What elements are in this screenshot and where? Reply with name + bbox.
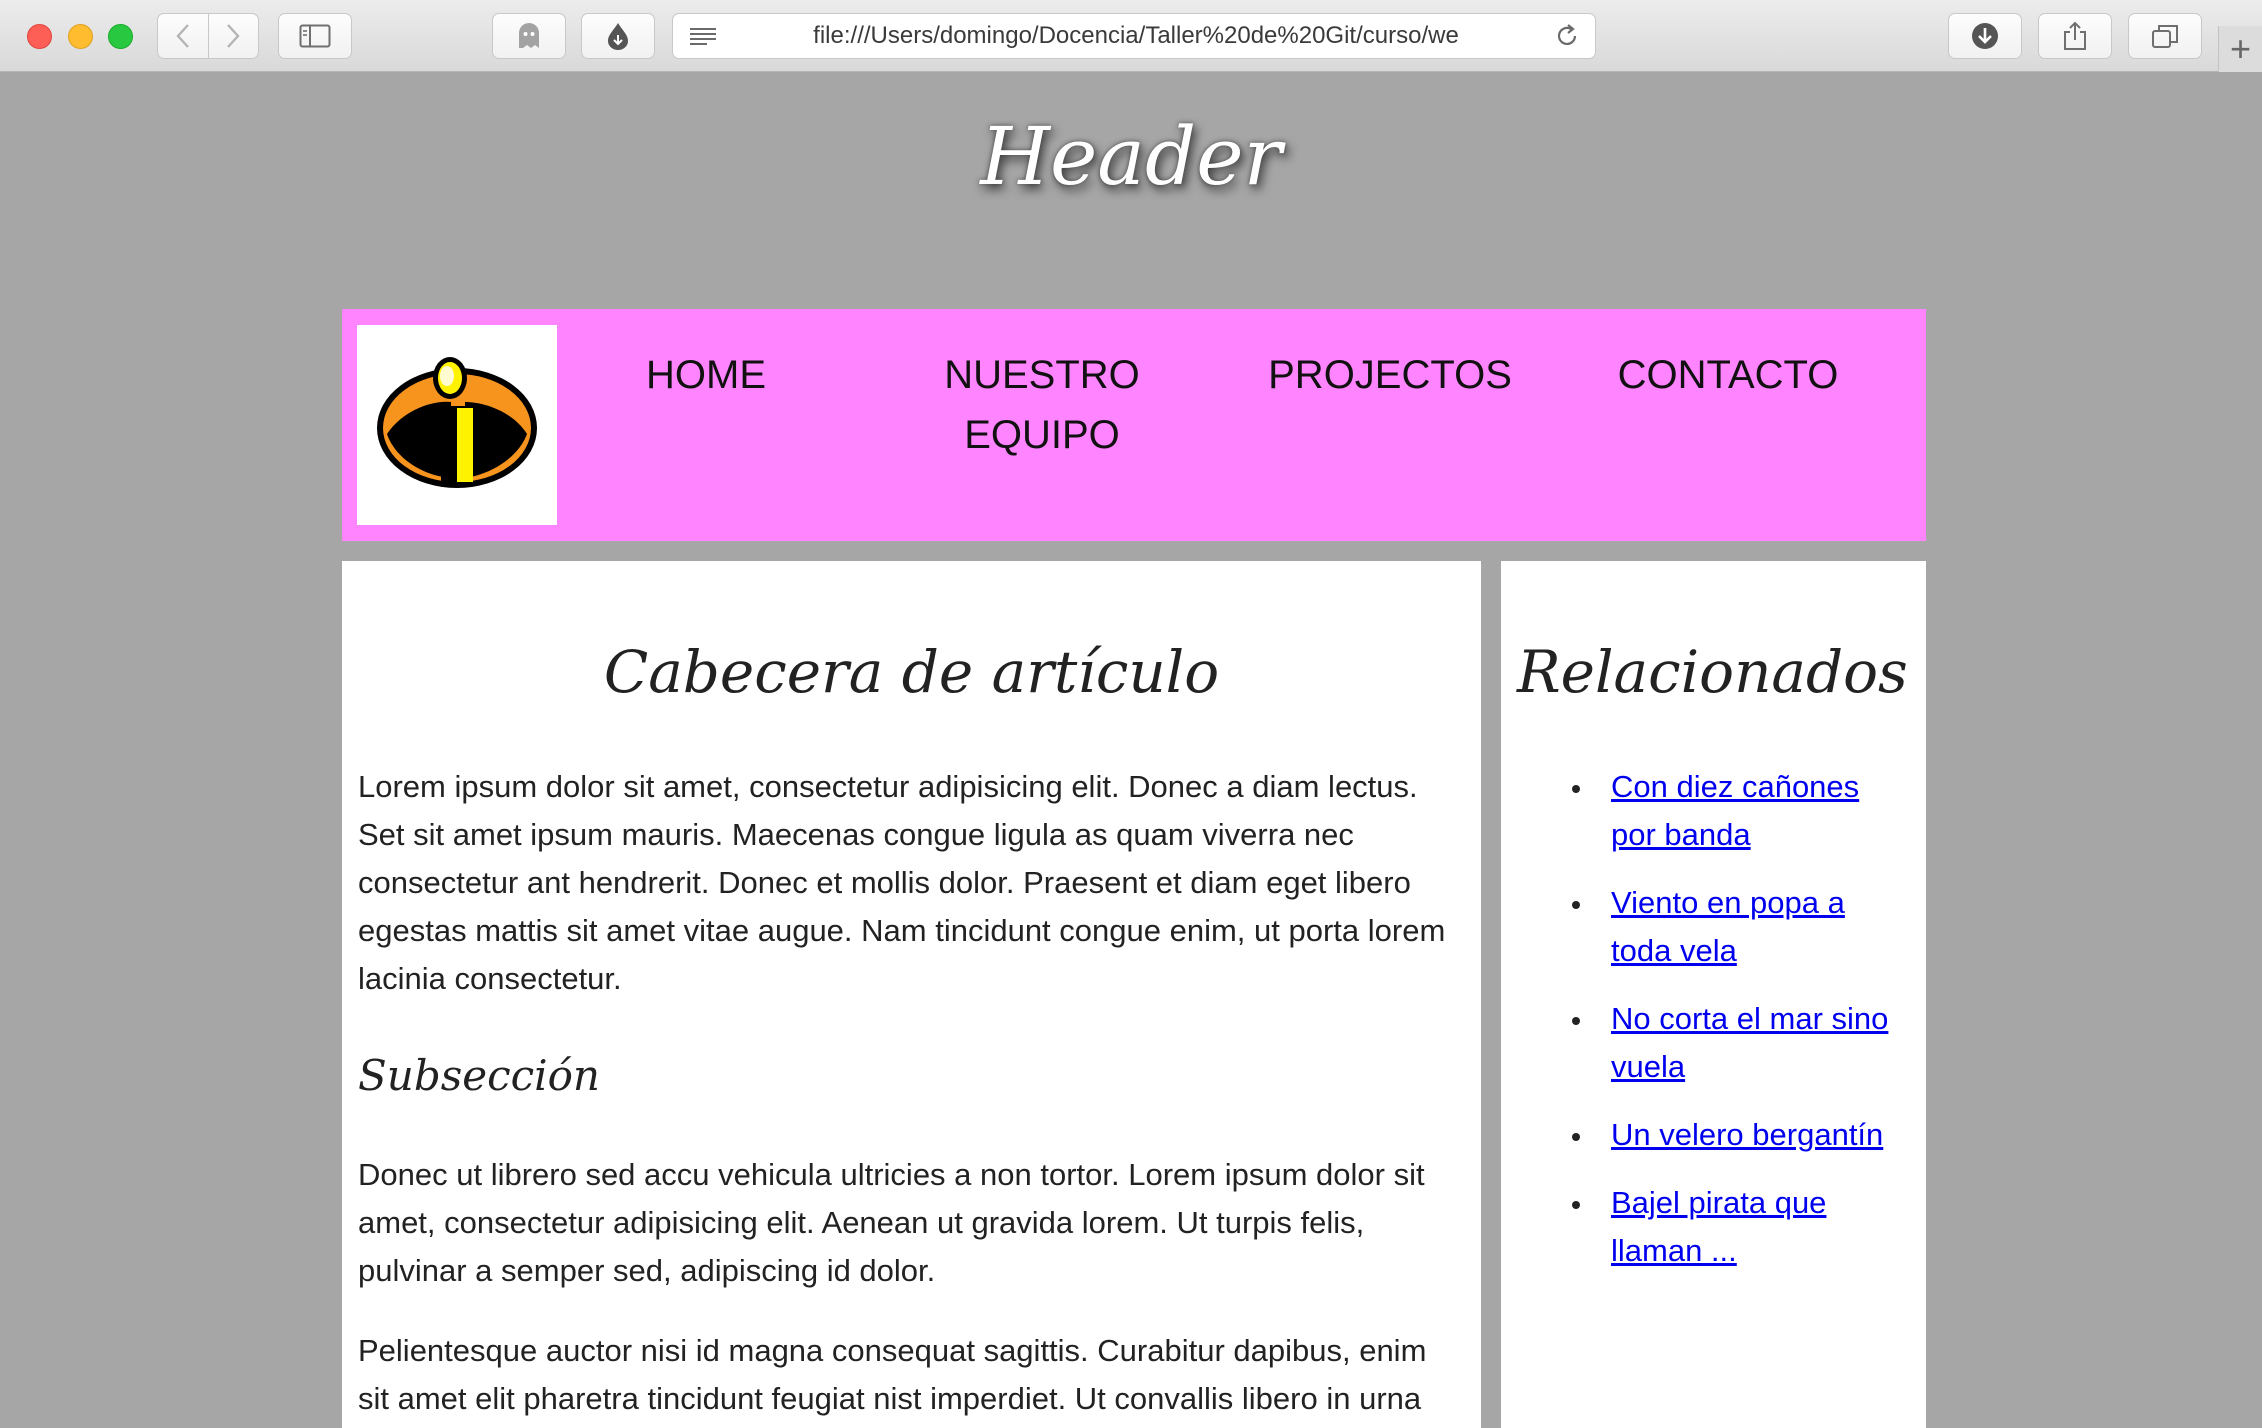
reader-view-button[interactable] [673, 26, 733, 46]
nav-home[interactable]: HOME [591, 345, 821, 405]
reload-icon [1557, 24, 1577, 45]
related-link-1[interactable]: Con diez cañones por banda [1611, 769, 1859, 852]
article: Cabecera de artículo Lorem ipsum dolor s… [342, 561, 1481, 1428]
article-title: Cabecera de artículo [603, 638, 1220, 706]
back-button[interactable] [158, 14, 208, 58]
minimize-window-button[interactable] [68, 24, 93, 49]
download-icon [1972, 23, 1998, 49]
related-link-5[interactable]: Bajel pirata que llaman ... [1611, 1185, 1826, 1268]
related-list: Con diez cañones por banda Viento en pop… [1517, 763, 1910, 1275]
zoom-window-button[interactable] [108, 24, 133, 49]
list-item: Bajel pirata que llaman ... [1595, 1179, 1910, 1275]
incredibles-logo-icon [377, 357, 537, 488]
ghost-icon [519, 23, 539, 48]
article-paragraph-1: Lorem ipsum dolor sit amet, consectetur … [358, 769, 1446, 996]
chevron-left-icon [176, 24, 189, 48]
sidebar-toggle-button[interactable] [278, 13, 352, 59]
ghostery-extension-button[interactable] [492, 13, 566, 59]
downloads-button[interactable] [1948, 13, 2022, 59]
article-paragraph-3: Pelientesque auctor nisi id magna conseq… [358, 1333, 1427, 1416]
extension-drop-button[interactable] [581, 13, 655, 59]
nav-nuestro-equipo[interactable]: NUESTRO EQUIPO [912, 345, 1172, 465]
tabs-icon [2152, 25, 2178, 48]
list-item: Viento en popa a toda vela [1595, 879, 1910, 975]
list-item: Un velero bergantín [1595, 1111, 1910, 1159]
nav-contacto[interactable]: CONTACTO [1598, 345, 1858, 405]
tab-overview-button[interactable] [2128, 13, 2202, 59]
forward-button[interactable] [207, 14, 259, 58]
logo[interactable] [357, 325, 557, 525]
list-item: Con diez cañones por banda [1595, 763, 1910, 859]
share-icon [2064, 21, 2086, 50]
article-subheading: Subsección [358, 1051, 600, 1100]
browser-toolbar: file:///Users/domingo/Docencia/Taller%20… [0, 0, 2262, 72]
close-window-button[interactable] [27, 24, 52, 49]
list-item: No corta el mar sino vuela [1595, 995, 1910, 1091]
new-tab-button[interactable]: + [2218, 26, 2262, 72]
share-button[interactable] [2038, 13, 2112, 59]
related-sidebar: Relacionados Con diez cañones por banda … [1501, 561, 1926, 1428]
reader-icon [690, 28, 716, 45]
url-text[interactable]: file:///Users/domingo/Docencia/Taller%20… [733, 22, 1539, 50]
reload-button[interactable] [1539, 23, 1595, 49]
nav-projectos[interactable]: PROJECTOS [1260, 345, 1520, 405]
history-nav-group [157, 13, 259, 59]
related-link-4[interactable]: Un velero bergantín [1611, 1117, 1883, 1152]
article-paragraph-2: Donec ut librero sed accu vehicula ultri… [358, 1157, 1425, 1288]
sidebar-icon [299, 24, 331, 48]
related-link-3[interactable]: No corta el mar sino vuela [1611, 1001, 1888, 1084]
address-bar[interactable]: file:///Users/domingo/Docencia/Taller%20… [672, 13, 1596, 59]
page-header: Header [980, 110, 1282, 203]
main-nav: HOME NUESTRO EQUIPO PROJECTOS CONTACTO [342, 309, 1926, 541]
drop-icon [608, 23, 628, 50]
related-title: Relacionados [1517, 638, 1908, 706]
related-link-2[interactable]: Viento en popa a toda vela [1611, 885, 1845, 968]
chevron-right-icon [227, 24, 240, 48]
